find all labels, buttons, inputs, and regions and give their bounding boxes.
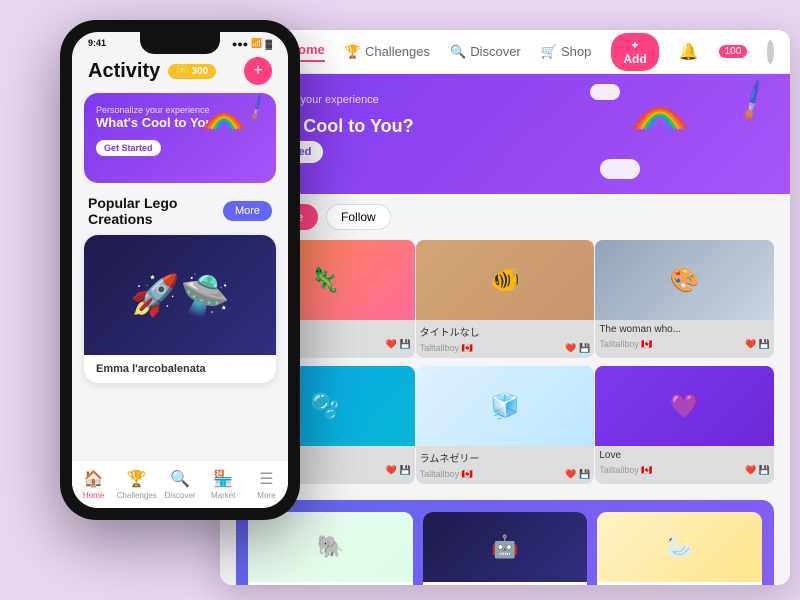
challenge-card-1[interactable]: 🤖 Lego Magic Machine Challenge Beginner … (423, 512, 588, 585)
notification-badge: 100 (719, 45, 748, 58)
add-button[interactable]: + Add (611, 33, 658, 71)
coin-badge: 🪙 300 (168, 64, 216, 79)
phone-notch (140, 32, 220, 54)
grid-image-2: 🎨 (595, 240, 774, 320)
nav-discover[interactable]: 🔍 Discover (450, 44, 521, 60)
section-title: Popular Lego Creations (88, 195, 223, 227)
mobile-phone: 9:41 ●●● 📶 ▓ Activity 🪙 300 + Personaliz… (60, 20, 300, 520)
lego-image-placeholder: 🚀🛸 (130, 272, 230, 319)
challenge-info-2: Origami Challenge Master 22 Creations 🏆 … (597, 582, 762, 585)
challenge-info-0: Hanaga Moving Elephants Intermediate 22 … (248, 582, 413, 585)
more-tab-icon: ☰ (259, 469, 273, 489)
grid-item-1[interactable]: 🐠 タイトルなし Talltallboy 🇨🇦 ❤️ 💾 (416, 240, 595, 358)
market-tab-icon: 🏪 (213, 469, 233, 489)
nav-tab-challenges[interactable]: 🏆 Challenges (115, 469, 158, 500)
challenge-info-1: Lego Magic Machine Challenge Beginner 22… (423, 582, 588, 585)
discover-tab-icon: 🔍 (170, 469, 190, 489)
follow-button[interactable]: Follow (326, 204, 391, 230)
phone-screen: 9:41 ●●● 📶 ▓ Activity 🪙 300 + Personaliz… (72, 32, 288, 508)
grid-meta-2: Talltallboy 🇨🇦 ❤️ 💾 (595, 339, 774, 354)
desktop-app: 🎨 🏠 Home 🏆 Challenges 🔍 Discover 🛒 Shop … (220, 30, 790, 585)
cloud-1 (600, 159, 640, 179)
battery-icon: ▓ (265, 39, 272, 49)
grid-image-5: 💜 (595, 366, 774, 446)
nav-tab-more[interactable]: ☰ More (245, 469, 288, 500)
more-button[interactable]: More (223, 201, 272, 221)
nav-tab-discover[interactable]: 🔍 Discover (158, 469, 201, 500)
status-icons: ●●● 📶 ▓ (232, 38, 272, 49)
nav-challenges[interactable]: 🏆 Challenges (345, 44, 430, 60)
desktop-hero-banner: Personalize your experience What's Cool … (220, 74, 790, 194)
banner-rainbow (202, 103, 246, 138)
grid-meta-1: Talltallboy 🇨🇦 ❤️ 💾 (416, 343, 595, 358)
notification-icon[interactable]: 🔔 (679, 42, 699, 62)
grid-title-4: ラムネゼリー (416, 446, 595, 469)
section-header: Popular Lego Creations More (72, 183, 288, 235)
challenge-section: 🐘 Hanaga Moving Elephants Intermediate 2… (236, 500, 774, 585)
add-button-mobile[interactable]: + (244, 57, 272, 85)
grid-item-2[interactable]: 🎨 The woman who... Talltallboy 🇨🇦 ❤️ 💾 (595, 240, 774, 358)
cloud-2 (590, 84, 620, 100)
challenge-img-1: 🤖 (423, 512, 588, 582)
image-grid-top: 🦎 Untitled Talltallboy 🇨🇦 ❤️ 💾 🐠 タイトルなし … (220, 240, 790, 358)
desktop-nav: 🎨 🏠 Home 🏆 Challenges 🔍 Discover 🛒 Shop … (220, 30, 790, 74)
phone-header: Activity 🪙 300 + (72, 49, 288, 93)
shop-icon: 🛒 (541, 44, 557, 60)
challenge-card-0[interactable]: 🐘 Hanaga Moving Elephants Intermediate 2… (248, 512, 413, 585)
nav-tab-home[interactable]: 🏠 Home (72, 469, 115, 500)
challenges-tab-icon: 🏆 (127, 469, 147, 489)
grid-title-1: タイトルなし (416, 320, 595, 343)
wifi-icon: 📶 (251, 38, 262, 49)
nav-tab-market[interactable]: 🏪 Market (202, 469, 245, 500)
grid-image-4: 🧊 (416, 366, 595, 446)
grid-meta-4: Talltallboy 🇨🇦 ❤️ 💾 (416, 469, 595, 484)
grid-title-2: The woman who... (595, 320, 774, 339)
status-time: 9:41 (88, 38, 106, 49)
lego-card-image: 🚀🛸 (84, 235, 276, 355)
action-row: See More Follow (220, 194, 790, 240)
grid-item-5[interactable]: 💜 Love Talltallboy 🇨🇦 ❤️ 💾 (595, 366, 774, 484)
image-grid-bottom: 🫧 Bubbles Talltallboy 🇨🇦 ❤️ 💾 🧊 ラムネゼリー T… (220, 366, 790, 484)
user-avatar[interactable] (767, 40, 774, 64)
rainbow-decoration (630, 94, 710, 154)
grid-image-1: 🐠 (416, 240, 595, 320)
challenge-img-2: 🦢 (597, 512, 762, 582)
grid-item-4[interactable]: 🧊 ラムネゼリー Talltallboy 🇨🇦 ❤️ 💾 (416, 366, 595, 484)
banner-cta-button[interactable]: Get Started (96, 140, 161, 156)
desktop-content: See More Follow 🦎 Untitled Talltallboy 🇨… (220, 194, 790, 585)
home-tab-icon: 🏠 (84, 469, 104, 489)
phone-banner: Personalize your experience What's Cool … (84, 93, 276, 183)
grid-meta-5: Talltallboy 🇨🇦 ❤️ 💾 (595, 465, 774, 480)
challenge-card-2[interactable]: 🦢 Origami Challenge Master 22 Creations … (597, 512, 762, 585)
lego-card-title: Emma l'arcobalenata (84, 355, 276, 383)
grid-title-5: Love (595, 446, 774, 465)
bottom-nav: 🏠 Home 🏆 Challenges 🔍 Discover 🏪 Market … (72, 460, 288, 508)
nav-shop[interactable]: 🛒 Shop (541, 44, 592, 60)
activity-title: Activity (88, 60, 160, 83)
featured-lego-card[interactable]: 🚀🛸 Emma l'arcobalenata (84, 235, 276, 383)
challenges-icon: 🏆 (345, 44, 361, 60)
signal-icon: ●●● (232, 39, 248, 49)
discover-icon: 🔍 (450, 44, 466, 60)
challenge-img-0: 🐘 (248, 512, 413, 582)
